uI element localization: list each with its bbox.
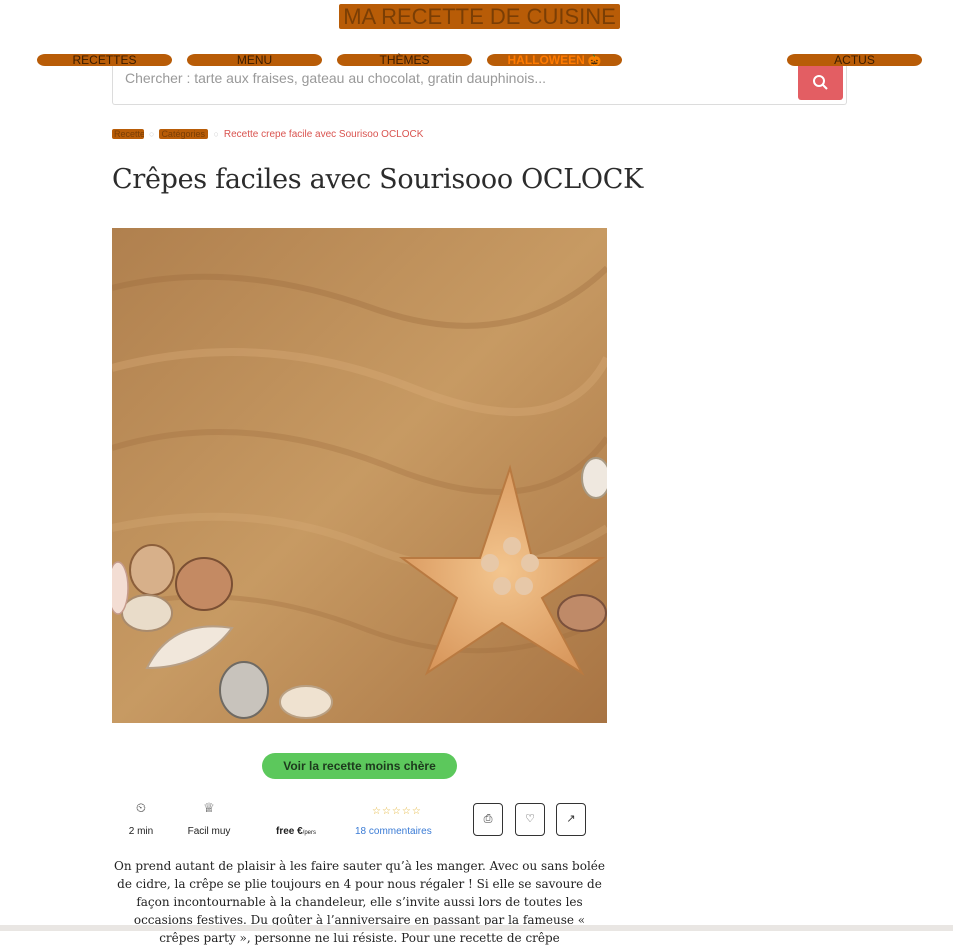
- breadcrumb-separator: ○: [213, 129, 219, 139]
- search-bar: Chercher : tarte aux fraises, gateau au …: [112, 66, 847, 105]
- clock-icon: ⏲: [135, 800, 147, 815]
- search-icon: [813, 75, 828, 90]
- price: free €/pers: [260, 826, 332, 837]
- nav-item-themes[interactable]: Thèmes: [337, 54, 472, 66]
- search-button[interactable]: [798, 66, 843, 100]
- prep-time: 2 min: [128, 826, 154, 837]
- beach-starfish-image: [112, 228, 607, 723]
- print-button[interactable]: ⎙: [473, 803, 503, 836]
- recipe-photo: [112, 228, 607, 723]
- cheaper-recipe-button[interactable]: Voir la recette moins chère: [262, 753, 457, 779]
- nav-item-actus[interactable]: Actus: [787, 54, 922, 66]
- nav-item-halloween-label: Halloween: [507, 53, 585, 67]
- nav-item-recettes[interactable]: Recettes: [37, 54, 172, 66]
- page-title: Crêpes faciles avec Sourisooo OCLOCK: [112, 164, 643, 195]
- breadcrumb-home[interactable]: Recettes: [112, 129, 144, 139]
- price-value: free €: [275, 826, 303, 837]
- breadcrumb-separator: ○: [149, 129, 155, 139]
- horizontal-scrollbar[interactable]: [0, 925, 953, 931]
- price-unit: /pers: [302, 830, 317, 836]
- rating-stars[interactable]: ☆☆☆☆☆: [372, 806, 422, 817]
- breadcrumb: Recettes ○ Catégories ○ Recette crepe facile…: [112, 129, 423, 141]
- nav-item-halloween[interactable]: Halloween 🎃: [487, 53, 622, 67]
- nav-item-menu[interactable]: Menu: [187, 54, 322, 66]
- comments-link[interactable]: 18 commentaires: [355, 826, 432, 837]
- difficulty: Facil muy: [187, 826, 231, 837]
- share-button[interactable]: ↗: [556, 803, 586, 836]
- search-input[interactable]: Chercher : tarte aux fraises, gateau au …: [125, 70, 785, 86]
- share-icon: ↗: [566, 813, 576, 825]
- recipe-intro: On prend autant de plaisir à les faire s…: [113, 859, 605, 945]
- favorite-button[interactable]: ♡: [515, 803, 545, 836]
- heart-icon: ♡: [525, 813, 535, 825]
- breadcrumb-current: Recette crepe facile avec Sourisoo OCLOC…: [223, 129, 424, 140]
- print-icon: ⎙: [483, 813, 493, 825]
- breadcrumb-category[interactable]: Catégories: [159, 129, 209, 139]
- chef-hat-icon: ♕: [203, 800, 215, 815]
